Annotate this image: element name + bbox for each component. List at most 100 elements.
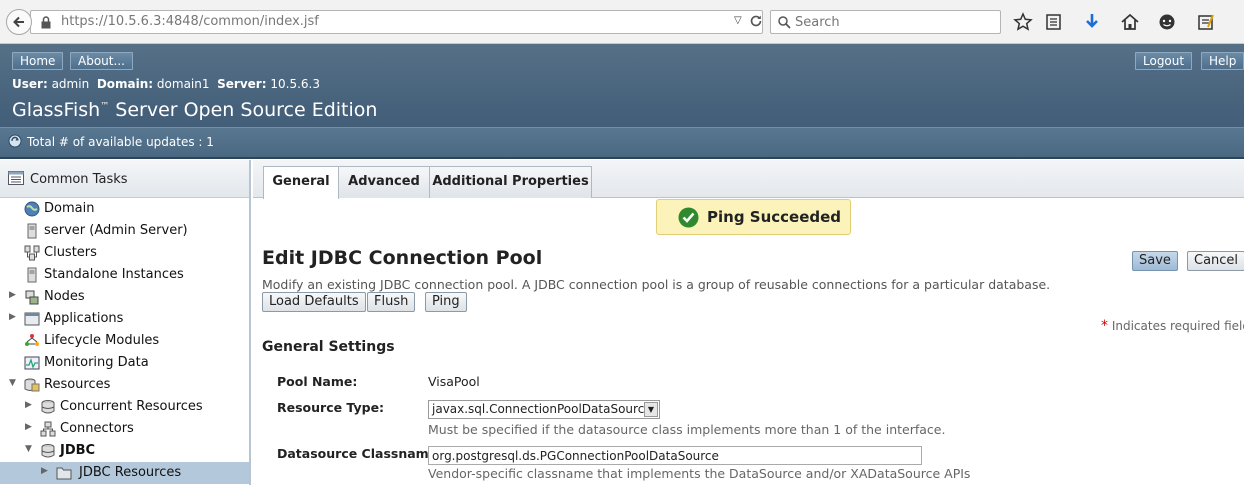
tab-general[interactable]: General [263,166,339,199]
tab-additional-properties[interactable]: Additional Properties [429,166,592,198]
back-button[interactable] [6,9,32,35]
section-title: General Settings [262,339,395,355]
resource-type-value: javax.sql.ConnectionPoolDataSource [432,402,652,416]
lock-icon [41,16,51,33]
flush-button[interactable]: Flush [367,292,416,312]
folder-icon [56,465,72,481]
globe-icon [24,201,40,217]
connectors-icon [40,421,56,437]
expand-triangle-icon[interactable]: ▶ [25,400,32,410]
sidebar-item-standalone-instances[interactable]: Standalone Instances [0,264,249,286]
load-defaults-button[interactable]: Load Defaults [262,292,366,312]
trademark-mark: ™ [100,101,110,112]
main-content: General Advanced Additional Properties P… [253,160,1244,485]
dropdown-arrow-icon[interactable]: ▼ [644,402,658,417]
lifecycle-icon [24,333,40,349]
tab-advanced[interactable]: Advanced [338,166,430,198]
url-text: https://10.5.6.3:4848/common/index.jsf [61,14,319,29]
product-title-name: GlassFish [12,99,101,121]
sidebar-item-connectors[interactable]: ▶ Connectors [0,418,249,440]
sidebar-item-label: Concurrent Resources [60,399,203,414]
sidebar-item-resources[interactable]: ▼ Resources [0,374,249,396]
sidebar-item-lifecycle-modules[interactable]: Lifecycle Modules [0,330,249,352]
sidebar-item-applications[interactable]: ▶ Applications [0,308,249,330]
download-icon[interactable] [1082,12,1102,32]
tasks-icon [8,171,24,189]
bookmark-star-icon[interactable] [1013,12,1033,32]
ping-message: Ping Succeeded [707,208,842,226]
sidebar-item-label: JDBC Resources [79,465,182,480]
sidebar-item-label: server (Admin Server) [44,223,188,238]
page-description: Modify an existing JDBC connection pool.… [262,277,1051,292]
expand-triangle-icon[interactable]: ▶ [9,312,16,322]
sidebar-item-label: Standalone Instances [44,267,184,282]
reading-list-icon[interactable] [1044,12,1064,32]
sidebar-item-monitoring-data[interactable]: Monitoring Data [0,352,249,374]
expand-triangle-icon[interactable]: ▶ [41,466,48,476]
sidebar-item-label: Resources [44,377,111,392]
sidebar-item-jdbc-resources[interactable]: ▶ JDBC Resources [0,462,249,484]
datasource-classname-input[interactable] [428,446,922,465]
cancel-button[interactable]: Cancel [1187,251,1244,271]
help-button[interactable]: Help [1201,52,1244,70]
browser-search-input[interactable] [795,13,995,31]
database-icon [40,399,56,415]
monitoring-icon [24,355,40,371]
collapse-triangle-icon[interactable]: ▼ [25,444,32,454]
back-arrow-icon [13,16,24,28]
notepad-icon[interactable] [1196,12,1216,32]
collapse-triangle-icon[interactable]: ▼ [9,378,16,388]
resource-type-help: Must be specified if the datasource clas… [428,422,946,437]
database-icon [40,443,56,459]
about-button[interactable]: About... [70,52,133,70]
chevron-down-icon[interactable]: ▽ [734,15,742,26]
user-value: admin [51,77,90,91]
domain-value: domain1 [156,77,210,91]
sidebar: Common Tasks Domain server (Admin Server… [0,160,251,485]
resource-type-select[interactable]: javax.sql.ConnectionPoolDataSource ▼ [428,400,660,419]
sidebar-item-domain[interactable]: Domain [0,198,249,220]
check-icon [678,207,699,232]
tab-bar: General Advanced Additional Properties [253,160,1244,199]
ping-button[interactable]: Ping [425,292,467,312]
sidebar-item-jdbc[interactable]: ▼ JDBC [0,440,249,462]
logout-button[interactable]: Logout [1135,52,1193,70]
update-icon[interactable] [8,134,22,152]
save-button[interactable]: Save [1132,251,1178,271]
sidebar-item-label: Connectors [60,421,134,436]
server-key: Server: [217,77,267,91]
reload-icon[interactable] [749,14,763,32]
pool-name-label: Pool Name: [277,374,358,389]
sidebar-item-server[interactable]: server (Admin Server) [0,220,249,242]
common-tasks-link[interactable]: Common Tasks [30,172,128,187]
required-note-text: Indicates required field [1108,319,1244,333]
user-info: User: admin Domain: domain1 Server: 10.5… [12,77,320,91]
resources-icon [24,377,40,393]
sidebar-item-label: Nodes [44,289,85,304]
sidebar-header: Common Tasks [0,160,249,198]
chat-icon[interactable] [1157,12,1177,32]
instance-icon [24,267,40,283]
sidebar-item-label: Applications [44,311,124,326]
browser-search-bar[interactable] [770,10,1001,34]
browser-toolbar: https://10.5.6.3:4848/common/index.jsf ▽ [0,0,1244,44]
user-key: User: [12,77,48,91]
url-bar[interactable]: https://10.5.6.3:4848/common/index.jsf ▽ [30,10,763,34]
sidebar-item-nodes[interactable]: ▶ Nodes [0,286,249,308]
sidebar-item-label: JDBC [60,443,96,458]
ping-success-alert: Ping Succeeded [656,199,851,235]
sidebar-item-clusters[interactable]: Clusters [0,242,249,264]
home-icon[interactable] [1120,12,1140,32]
expand-triangle-icon[interactable]: ▶ [25,422,32,432]
update-text[interactable]: Total # of available updates : 1 [27,135,214,149]
expand-triangle-icon[interactable]: ▶ [9,290,16,300]
datasource-classname-help: Vendor-specific classname that implement… [428,466,971,481]
sidebar-item-concurrent-resources[interactable]: ▶ Concurrent Resources [0,396,249,418]
masthead: Home About... Logout Help User: admin Do… [0,44,1244,159]
home-button[interactable]: Home [12,52,64,70]
nodes-icon [24,289,40,305]
page-title: Edit JDBC Connection Pool [262,247,543,269]
product-title-edition: Server Open Source Edition [109,99,378,121]
update-bar: Total # of available updates : 1 [0,127,1244,157]
applications-icon [24,311,40,327]
